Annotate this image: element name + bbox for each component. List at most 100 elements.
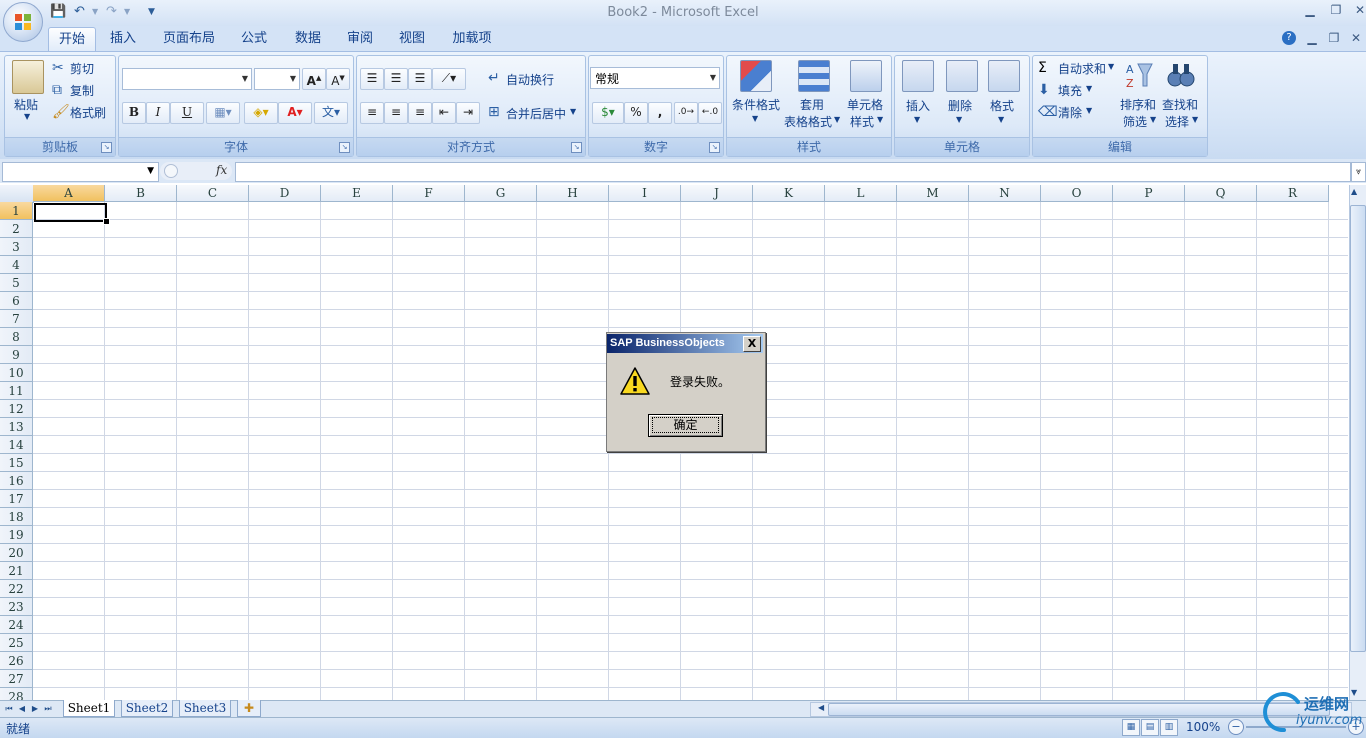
font-launcher-icon[interactable]: ↘ <box>339 142 350 153</box>
delete-cells-button[interactable]: 删除 <box>948 97 972 114</box>
column-header-e[interactable]: E <box>321 185 393 202</box>
autosum-dropdown-icon[interactable]: ▼ <box>1108 62 1114 71</box>
column-header-f[interactable]: F <box>393 185 465 202</box>
row-header-21[interactable]: 21 <box>0 562 33 580</box>
row-header-14[interactable]: 14 <box>0 436 33 454</box>
formula-input[interactable] <box>235 162 1351 182</box>
paste-icon[interactable] <box>12 60 44 94</box>
insert-sheet-icon[interactable]: ✚ <box>237 700 261 717</box>
column-header-p[interactable]: P <box>1113 185 1185 202</box>
row-header-22[interactable]: 22 <box>0 580 33 598</box>
page-layout-view-icon[interactable]: ▤ <box>1141 719 1159 736</box>
row-header-16[interactable]: 16 <box>0 472 33 490</box>
row-header-7[interactable]: 7 <box>0 310 33 328</box>
row-header-18[interactable]: 18 <box>0 508 33 526</box>
expand-formula-bar-icon[interactable]: ⩔ <box>1351 162 1366 182</box>
page-break-view-icon[interactable]: ▥ <box>1160 719 1178 736</box>
fill-dropdown-icon[interactable]: ▼ <box>1086 84 1092 93</box>
tab-formulas[interactable]: 公式 <box>232 27 276 51</box>
name-box[interactable]: ▼ <box>2 162 159 182</box>
tab-addins[interactable]: 加载项 <box>444 27 500 51</box>
tab-home[interactable]: 开始 <box>48 27 96 52</box>
minimize-icon[interactable]: ▁ <box>1300 2 1320 18</box>
column-header-n[interactable]: N <box>969 185 1041 202</box>
increase-indent-icon[interactable]: ⇥ <box>456 102 480 124</box>
clipboard-launcher-icon[interactable]: ↘ <box>101 142 112 153</box>
row-header-12[interactable]: 12 <box>0 400 33 418</box>
row-header-28[interactable]: 28 <box>0 688 33 700</box>
align-bottom-icon[interactable]: ☰ <box>408 68 432 90</box>
find-select-dropdown-icon[interactable]: ▼ <box>1192 115 1198 124</box>
shrink-font-icon[interactable]: A▼ <box>326 68 350 90</box>
row-header-8[interactable]: 8 <box>0 328 33 346</box>
help-icon[interactable]: ? <box>1282 31 1296 45</box>
zoom-level[interactable]: 100% <box>1186 720 1220 734</box>
bold-button[interactable]: B <box>122 102 146 124</box>
column-header-r[interactable]: R <box>1257 185 1329 202</box>
accounting-format-icon[interactable]: $▾ <box>592 102 624 124</box>
align-right-icon[interactable]: ≡ <box>408 102 432 124</box>
autosum-button[interactable]: 自动求和 <box>1058 60 1106 77</box>
format-as-table-dropdown-icon[interactable]: ▼ <box>834 115 840 124</box>
sort-filter-label-1[interactable]: 排序和 <box>1120 96 1156 113</box>
decrease-decimal-icon[interactable]: ←.0 <box>698 102 722 124</box>
tab-view[interactable]: 视图 <box>390 27 434 51</box>
italic-button[interactable]: I <box>146 102 170 124</box>
row-header-4[interactable]: 4 <box>0 256 33 274</box>
sheet-tab-sheet1[interactable]: Sheet1 <box>63 700 115 717</box>
next-sheet-icon[interactable]: ▶ <box>29 702 41 715</box>
cell-styles-dropdown-icon[interactable]: ▼ <box>877 115 883 124</box>
vertical-scroll-thumb[interactable] <box>1350 205 1366 652</box>
row-header-3[interactable]: 3 <box>0 238 33 256</box>
column-header-b[interactable]: B <box>105 185 177 202</box>
format-cells-dropdown-icon[interactable]: ▼ <box>998 115 1004 124</box>
prev-sheet-icon[interactable]: ◀ <box>16 702 28 715</box>
phonetic-guide-icon[interactable]: 文▾ <box>314 102 348 124</box>
percent-style-button[interactable]: % <box>624 102 648 124</box>
number-launcher-icon[interactable]: ↘ <box>709 142 720 153</box>
merge-center-dropdown-icon[interactable]: ▼ <box>570 107 576 116</box>
font-name-combo[interactable]: ▼ <box>122 68 252 90</box>
find-select-label-1[interactable]: 查找和 <box>1162 96 1198 113</box>
find-select-label-2[interactable]: 选择 <box>1165 113 1189 130</box>
font-size-combo[interactable]: ▼ <box>254 68 300 90</box>
delete-cells-dropdown-icon[interactable]: ▼ <box>956 115 962 124</box>
orientation-icon[interactable]: ⟋▾ <box>432 68 466 90</box>
format-cells-button[interactable]: 格式 <box>990 97 1014 114</box>
sheet-tab-sheet2[interactable]: Sheet2 <box>121 700 173 717</box>
maximize-icon[interactable]: ❐ <box>1326 2 1346 18</box>
cut-button[interactable]: 剪切 <box>70 60 94 77</box>
merge-center-button[interactable]: 合并后居中 <box>506 105 566 122</box>
row-header-5[interactable]: 5 <box>0 274 33 292</box>
row-header-19[interactable]: 19 <box>0 526 33 544</box>
column-header-g[interactable]: G <box>465 185 537 202</box>
zoom-out-icon[interactable]: − <box>1228 719 1244 735</box>
row-header-15[interactable]: 15 <box>0 454 33 472</box>
insert-function-button[interactable]: fx <box>216 163 227 177</box>
sheet-tab-sheet3[interactable]: Sheet3 <box>179 700 231 717</box>
column-header-d[interactable]: D <box>249 185 321 202</box>
clear-button[interactable]: 清除 <box>1058 104 1082 121</box>
cell-styles-label-2[interactable]: 样式 <box>850 113 874 130</box>
column-header-k[interactable]: K <box>753 185 825 202</box>
office-button[interactable] <box>3 2 43 42</box>
tab-review[interactable]: 审阅 <box>338 27 382 51</box>
format-as-table-label-2[interactable]: 表格格式 <box>784 113 832 130</box>
tab-page-layout[interactable]: 页面布局 <box>156 27 222 51</box>
last-sheet-icon[interactable]: ⏭ <box>42 702 54 715</box>
cell-styles-label-1[interactable]: 单元格 <box>847 96 883 113</box>
row-header-11[interactable]: 11 <box>0 382 33 400</box>
formula-bar-grip-icon[interactable] <box>164 164 178 178</box>
name-box-dropdown-icon[interactable]: ▼ <box>147 166 154 176</box>
sort-filter-dropdown-icon[interactable]: ▼ <box>1150 115 1156 124</box>
tab-data[interactable]: 数据 <box>286 27 330 51</box>
row-header-24[interactable]: 24 <box>0 616 33 634</box>
format-painter-button[interactable]: 格式刷 <box>70 104 106 121</box>
align-top-icon[interactable]: ☰ <box>360 68 384 90</box>
sort-filter-label-2[interactable]: 筛选 <box>1123 113 1147 130</box>
clear-dropdown-icon[interactable]: ▼ <box>1086 106 1092 115</box>
row-header-26[interactable]: 26 <box>0 652 33 670</box>
close-icon[interactable]: ✕ <box>1350 2 1366 18</box>
number-format-combo[interactable]: 常规 ▼ <box>590 67 720 89</box>
column-header-l[interactable]: L <box>825 185 897 202</box>
